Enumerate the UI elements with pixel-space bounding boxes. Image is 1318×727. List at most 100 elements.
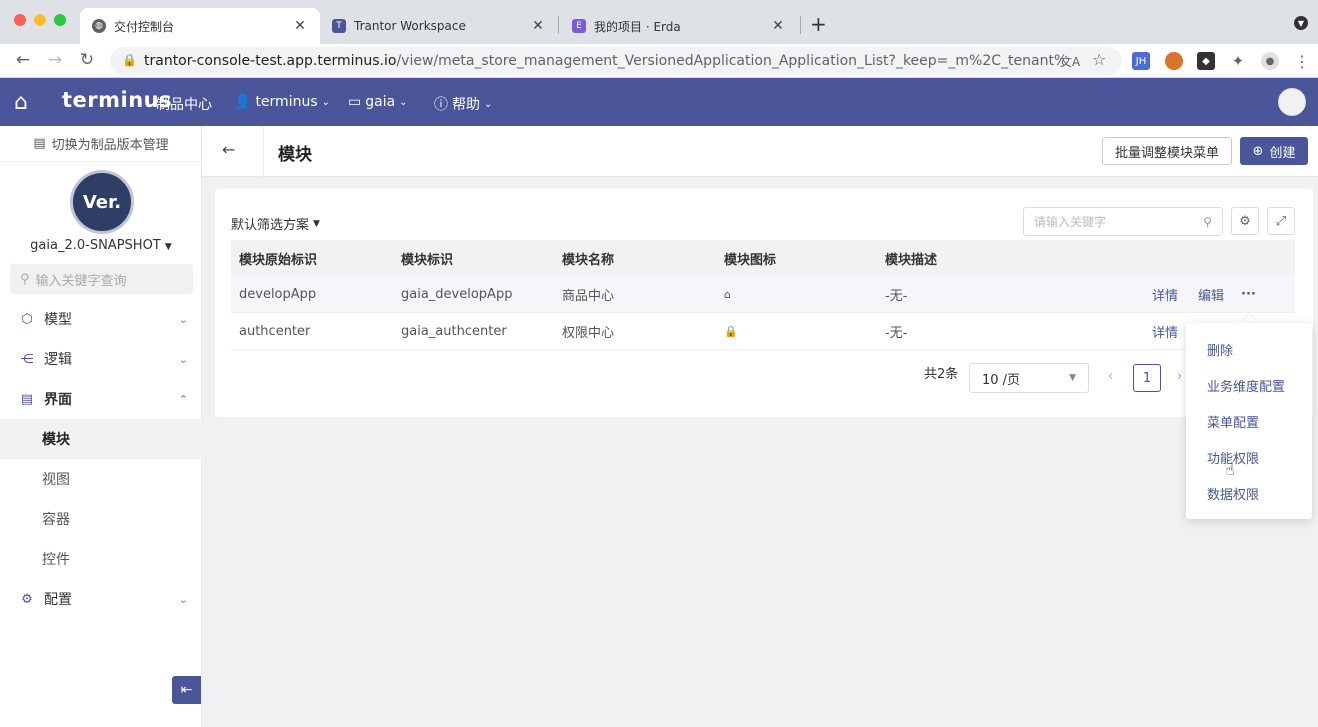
chevron-down-icon: ⌄ [484,98,493,110]
chevron-down-icon: ⌄ [178,592,188,606]
switch-label: 切换为制品版本管理 [51,138,169,153]
project-dropdown[interactable]: gaia_2.0-SNAPSHOT ▼ [0,238,202,253]
tab-search-icon[interactable]: ▼ [1294,16,1308,30]
back-arrow-icon[interactable]: ← [12,50,34,70]
filter-label: 默认筛选方案 [231,218,310,233]
menu-item-label: 数据权限 [1207,487,1260,503]
cell-module-id: gaia_developApp [401,286,513,302]
cube-extension-icon[interactable]: ◆ [1197,52,1215,70]
divider [263,126,264,177]
close-tab-icon[interactable]: ✕ [292,18,308,34]
more-actions-icon[interactable]: ··· [1241,287,1256,302]
close-tab-icon[interactable]: ✕ [530,18,546,34]
sidebar-subitem-view[interactable]: 视图 [0,459,202,499]
jh-extension-icon[interactable]: JH [1132,52,1150,70]
batch-adjust-menu-button[interactable]: 批量调整模块菜单 [1102,137,1232,165]
translate-icon[interactable]: 文A [1060,53,1080,70]
minimize-window-button[interactable] [34,14,46,26]
table-row[interactable]: authcenter gaia_authcenter 权限中心 🔒 -无- 详情 [231,313,1295,350]
sidebar-item-label: 逻辑 [44,352,72,368]
subitem-label: 控件 [42,552,70,568]
home-icon[interactable]: ⌂ [14,90,28,115]
kebab-menu-icon[interactable]: ⋮ [1293,52,1311,71]
puzzle-extension-icon[interactable]: ✦ [1229,52,1247,70]
tab-title: 我的项目 · Erda [594,19,681,34]
page-number-button[interactable]: 1 [1133,364,1161,392]
app-header: ⌂ terminus 制品中心 👤 terminus ⌄ ▭ gaia ⌄ ⓘ … [0,78,1318,126]
help-menu[interactable]: ⓘ 帮助 ⌄ [434,94,492,114]
avatar[interactable] [1278,88,1306,116]
sidebar-item-config[interactable]: ⚙ 配置 ⌄ [0,579,202,619]
search-placeholder: 输入关键字查询 [35,273,127,289]
sidebar: ▤ 切换为制品版本管理 Ver. gaia_2.0-SNAPSHOT ▼ ⚲ 输… [0,126,202,727]
button-label: 批量调整模块菜单 [1114,145,1219,161]
detail-link[interactable]: 详情 [1152,322,1178,341]
close-tab-icon[interactable]: ✕ [770,18,786,34]
sidebar-subitem-module[interactable]: 模块 [0,419,202,459]
bookmark-star-icon[interactable]: ☆ [1092,50,1106,69]
keyword-search-input[interactable]: 请输入关键字 ⚲ [1023,207,1223,236]
main-content: ← 模块 批量调整模块菜单 ⊕ 创建 默认筛选方案 ▼ 请输入关键字 ⚲ ⚙ ⤢… [202,126,1318,727]
collapse-sidebar-button[interactable]: ⇤ [172,676,201,704]
menu-item-data-permission[interactable]: 数据权限 [1186,475,1312,511]
chevron-down-icon: ⌄ [399,96,408,108]
prev-page-icon[interactable]: ‹ [1108,369,1113,384]
pagination-total: 共2条 [924,367,959,382]
table-settings-button[interactable]: ⚙ [1231,207,1259,235]
chevron-down-icon: ⌄ [178,312,188,326]
url-field[interactable]: 🔒 trantor-console-test.app.terminus.io/v… [110,47,1122,75]
extension-icon[interactable] [1165,52,1183,70]
new-tab-icon[interactable]: + [810,12,827,36]
reload-icon[interactable]: ↻ [76,50,98,70]
sidebar-subitem-widget[interactable]: 控件 [0,539,202,579]
menu-item-delete[interactable]: 删除 [1186,331,1312,367]
menu-item-menu-config[interactable]: 菜单配置 [1186,403,1312,439]
column-header: 模块标识 [401,252,454,268]
cell-description: -无- [885,288,908,304]
menu-item-function-permission[interactable]: 功能权限 [1186,439,1312,475]
close-window-button[interactable] [14,14,26,26]
caret-down-icon: ▼ [313,218,320,229]
chevron-up-icon: ⌃ [178,392,188,406]
org-selector[interactable]: 👤 terminus ⌄ [234,94,330,110]
back-arrow-icon[interactable]: ← [222,140,235,159]
fullscreen-button[interactable]: ⤢ [1267,207,1295,235]
page-size-value: 10 /页 [982,372,1021,388]
sidebar-item-logic[interactable]: ⋲ 逻辑 ⌄ [0,339,202,379]
erda-icon: E [572,19,586,33]
create-button[interactable]: ⊕ 创建 [1240,137,1308,165]
browser-tab[interactable]: T Trantor Workspace ✕ [320,8,558,44]
maximize-window-button[interactable] [54,14,66,26]
column-header: 模块图标 [724,252,777,268]
browser-tab[interactable]: E 我的项目 · Erda ✕ [560,8,798,44]
sidebar-item-label: 界面 [44,392,72,408]
sidebar-item-ui[interactable]: ▤ 界面 ⌃ [0,379,202,419]
cell-description: -无- [885,325,908,341]
switch-version-button[interactable]: ▤ 切换为制品版本管理 [0,126,202,162]
profile-icon[interactable]: ● [1261,52,1279,70]
browser-tab-active[interactable]: ◍ 交付控制台 ✕ [80,8,320,44]
project-selector[interactable]: ▭ gaia ⌄ [348,94,408,110]
sidebar-search-input[interactable]: ⚲ 输入关键字查询 [10,264,193,294]
search-icon: ⚲ [20,271,30,287]
filter-scheme-dropdown[interactable]: 默认筛选方案 ▼ [231,214,320,233]
table-row[interactable]: developApp gaia_developApp 商品中心 ⌂ -无- 详情… [231,276,1295,313]
house-icon: ⌂ [724,287,731,301]
menu-item-business-dimension[interactable]: 业务维度配置 [1186,367,1312,403]
project-logo: Ver. [70,170,134,234]
edit-link[interactable]: 编辑 [1198,285,1224,304]
sidebar-subitem-container[interactable]: 容器 [0,499,202,539]
cell-orig-id: developApp [239,286,317,302]
more-actions-dropdown: 删除 业务维度配置 菜单配置 功能权限 数据权限 [1186,323,1312,519]
forward-arrow-icon[interactable]: → [44,50,66,70]
detail-link[interactable]: 详情 [1152,285,1178,304]
table-header: 模块原始标识 模块标识 模块名称 模块图标 模块描述 [231,240,1295,276]
menu-item-label: 菜单配置 [1207,415,1260,431]
next-page-icon[interactable]: › [1177,369,1182,384]
model-icon: ⬡ [21,311,33,327]
product-center-link[interactable]: 制品中心 [156,94,212,114]
lock-icon: 🔒 [122,53,137,67]
project-name: gaia [365,94,396,110]
sidebar-item-model[interactable]: ⬡ 模型 ⌄ [0,299,202,339]
page-size-select[interactable]: 10 /页 ▼ [969,363,1089,393]
